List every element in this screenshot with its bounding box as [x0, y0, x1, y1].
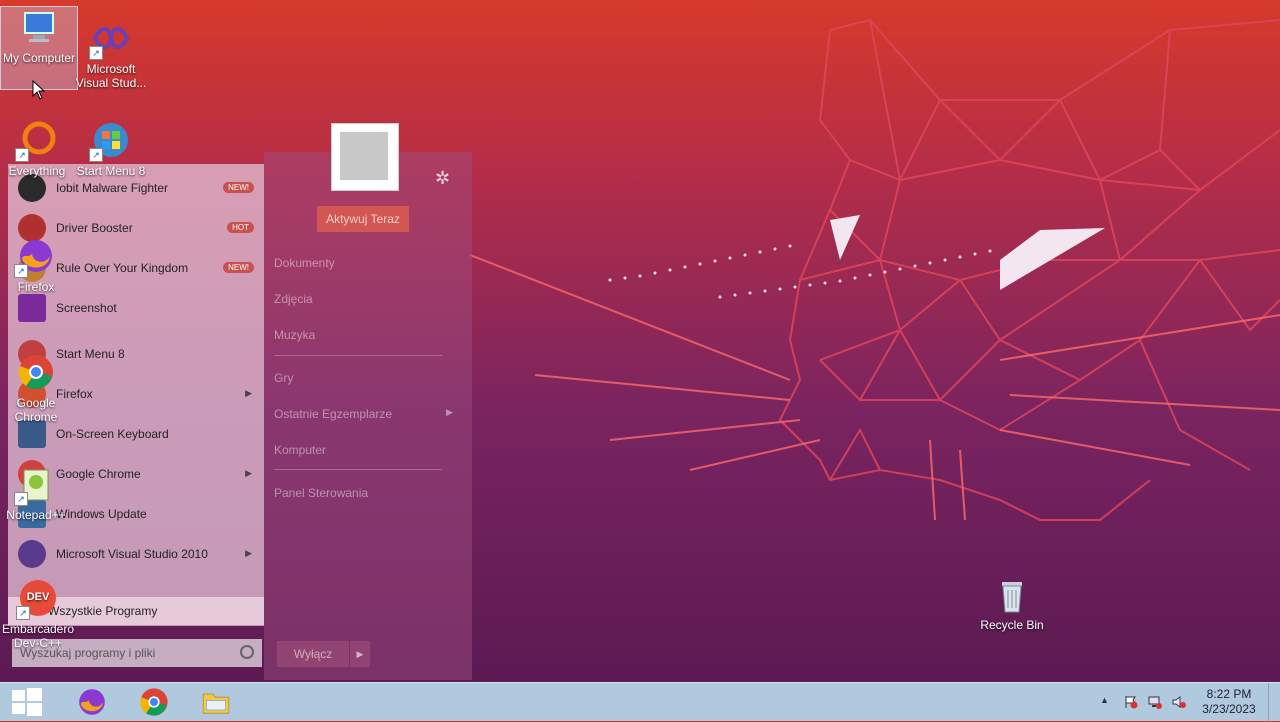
desktop-icon-notepad-plus[interactable]: ↗ Notepad++ [0, 464, 74, 522]
desktop-icon-label: Microsoft Visual Stud... [75, 62, 147, 90]
link-ostatnie-egzemplarze[interactable]: Ostatnie Egzemplarze [274, 407, 392, 421]
shortcut-arrow-icon: ↗ [89, 148, 103, 162]
desktop-icon-label: Start Menu 8 [76, 164, 146, 178]
program-label: On-Screen Keyboard [56, 427, 169, 441]
program-label: Screenshot [56, 301, 117, 315]
shortcut-arrow-icon: ↗ [89, 46, 103, 60]
mouse-cursor-icon [32, 79, 46, 103]
new-badge: NEW! [223, 182, 254, 193]
system-clock[interactable]: 8:22 PM 3/23/2023 [1196, 687, 1262, 717]
desktop-icon-label: Recycle Bin [980, 618, 1044, 632]
hot-badge: HOT [227, 222, 254, 233]
shortcut-arrow-icon: ↗ [14, 492, 28, 506]
folder-icon [202, 693, 230, 714]
screenshot-icon [18, 294, 46, 322]
places-separator [274, 469, 442, 470]
everything-icon: ↗ [15, 120, 57, 162]
shutdown-options-button[interactable]: ▶ [350, 641, 370, 667]
desktop-icon-firefox[interactable]: ↗ Firefox [0, 236, 74, 294]
desktop-icon-visual-studio[interactable]: ↗ Microsoft Visual Stud... [73, 18, 149, 90]
desktop-icon-start-menu-8[interactable]: ↗ Start Menu 8 [73, 120, 149, 178]
link-muzyka[interactable]: Muzyka [274, 328, 315, 342]
desktop-icon-google-chrome[interactable]: Google Chrome [0, 352, 74, 424]
link-gry[interactable]: Gry [274, 371, 293, 385]
desktop-icon-label: Notepad++ [6, 508, 66, 522]
windows-logo-icon [12, 688, 42, 716]
show-desktop-button[interactable] [1268, 683, 1280, 721]
shutdown-label: Wyłącz [293, 647, 333, 661]
volume-muted-icon[interactable] [1172, 695, 1186, 709]
desktop-icon-label: Google Chrome [14, 396, 58, 424]
start-menu-8-icon: ↗ [89, 120, 131, 162]
submenu-arrow-icon: ▶ [245, 468, 252, 478]
shortcut-arrow-icon: ↗ [15, 148, 29, 162]
program-label: Iobit Malware Fighter [56, 181, 169, 195]
program-label: Driver Booster [56, 221, 133, 235]
computer-icon [19, 7, 59, 47]
desktop-icon-label: Firefox [17, 280, 55, 294]
desktop-icon-label: Embarcadero Dev-C++ [1, 622, 75, 650]
firefox-icon: ↗ [14, 236, 56, 278]
action-center-flag-icon[interactable] [1124, 695, 1138, 709]
program-label: Microsoft Visual Studio 2010 [56, 547, 208, 561]
shortcut-arrow-icon: ↗ [14, 264, 28, 278]
chrome-icon [16, 352, 56, 392]
search-icon [240, 645, 254, 659]
link-zdjecia[interactable]: Zdjęcia [274, 292, 313, 306]
taskbar-chrome[interactable] [138, 686, 170, 718]
svg-text:DEV: DEV [27, 591, 50, 603]
network-icon[interactable] [1148, 695, 1162, 709]
program-label: Rule Over Your Kingdom [56, 261, 189, 275]
places-separator [274, 355, 442, 356]
taskbar-firefox[interactable] [76, 686, 108, 718]
submenu-arrow-icon: ▶ [446, 407, 453, 417]
desktop-icon-everything[interactable]: ↗ Everything [0, 120, 75, 178]
link-panel-sterowania[interactable]: Panel Sterowania [274, 486, 368, 500]
clock-time: 8:22 PM [1206, 687, 1252, 701]
notepad-plus-icon: ↗ [14, 464, 56, 506]
activate-label: Aktywuj Teraz [326, 212, 400, 226]
devcpp-icon: DEV ↗ [16, 578, 58, 620]
user-avatar[interactable] [331, 123, 399, 191]
user-picture-icon [340, 132, 388, 180]
chrome-icon [140, 688, 168, 716]
taskbar: ▲ 8:22 PM 3/23/2023 [0, 682, 1280, 721]
recycle-bin-icon [992, 574, 1032, 614]
desktop-icon-my-computer[interactable]: My Computer [0, 6, 78, 90]
clock-date: 3/23/2023 [1202, 702, 1256, 716]
link-komputer[interactable]: Komputer [274, 443, 326, 457]
start-button[interactable] [8, 685, 44, 719]
program-item-visual-studio-2010[interactable]: Microsoft Visual Studio 2010 ▶ [8, 534, 264, 574]
taskbar-file-explorer[interactable] [200, 686, 232, 718]
submenu-arrow-icon: ▶ [245, 388, 252, 398]
visual-studio-icon: ↗ [89, 18, 131, 60]
shutdown-button[interactable]: Wyłącz [277, 641, 349, 667]
submenu-arrow-icon: ▶ [245, 548, 252, 558]
keyboard-icon [18, 420, 46, 448]
activate-button[interactable]: Aktywuj Teraz [317, 206, 409, 232]
program-item-screenshot[interactable]: Screenshot [8, 288, 264, 328]
visual-studio-icon [18, 540, 46, 568]
iobit-icon [18, 174, 46, 202]
desktop-icon-recycle-bin[interactable]: Recycle Bin [974, 574, 1050, 632]
link-dokumenty[interactable]: Dokumenty [274, 256, 335, 270]
firefox-icon [79, 689, 105, 715]
shortcut-arrow-icon: ↗ [16, 606, 30, 620]
new-badge: NEW! [223, 262, 254, 273]
show-hidden-icons-arrow-icon[interactable]: ▲ [1100, 695, 1114, 709]
desktop-icon-devcpp[interactable]: DEV ↗ Embarcadero Dev-C++ [0, 578, 78, 650]
desktop-icon-label: My Computer [2, 51, 76, 65]
gear-icon[interactable]: ✲ [435, 169, 453, 187]
desktop-icon-label: Everything [8, 164, 66, 178]
